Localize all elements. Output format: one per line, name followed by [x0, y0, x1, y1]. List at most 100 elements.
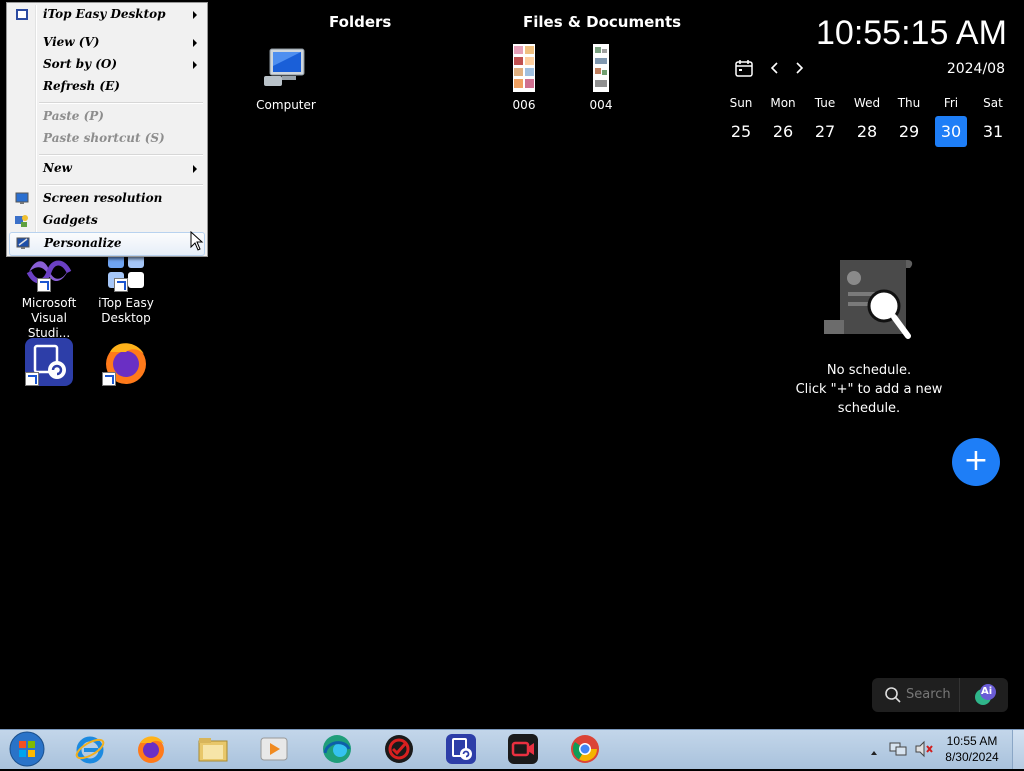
calendar-icon[interactable] [734, 58, 754, 82]
menu-item-personalize[interactable]: Personalize [9, 232, 205, 256]
search-divider [959, 678, 960, 712]
menu-item-label: Personalize [44, 236, 122, 250]
add-schedule-button[interactable]: + [952, 438, 1000, 486]
gadgets-icon [15, 214, 29, 227]
itop-backup-icon [25, 338, 73, 386]
show-hidden-icons-icon[interactable] [869, 743, 879, 762]
search-icon [884, 686, 902, 708]
weekday-tue: Tue [814, 96, 836, 110]
chrome-icon[interactable] [569, 733, 601, 765]
ai-assistant-icon[interactable]: Ai [972, 683, 998, 707]
no-schedule-line1: No schedule. [826, 363, 912, 378]
weekday-mon: Mon [770, 96, 796, 110]
network-icon[interactable] [889, 740, 907, 762]
search-placeholder: Search [906, 687, 951, 702]
search-box[interactable]: Search Ai [872, 678, 1008, 712]
clock-time: 10:55:15 AM [816, 14, 1007, 52]
file-thumbnail-icon [593, 44, 609, 92]
weekday-wed: Wed [853, 96, 881, 110]
file-004-desktop-icon[interactable]: 004 [561, 44, 641, 113]
computer-icon [262, 46, 310, 92]
shortcut-arrow-icon [37, 278, 51, 292]
menu-separator [39, 102, 203, 104]
itop-icon [15, 8, 29, 21]
menu-item-new[interactable]: New [9, 158, 205, 180]
edge-icon[interactable] [321, 733, 353, 765]
screen-recorder-icon[interactable] [507, 733, 539, 765]
menu-item-itop-easy-desktop[interactable]: iTop Easy Desktop [9, 4, 205, 26]
calendar-date[interactable]: 26 [767, 116, 799, 147]
menu-item-label: Refresh (E) [43, 79, 120, 93]
media-player-icon[interactable] [258, 733, 290, 765]
file-thumbnail-icon [513, 44, 535, 92]
menu-separator [39, 154, 203, 156]
plus-icon: + [963, 443, 989, 478]
submenu-arrow-icon [193, 11, 197, 19]
no-schedule-text: No schedule. Click "+" to add a new sche… [768, 361, 970, 418]
weekday-thu: Thu [897, 96, 921, 110]
no-schedule-line2: Click "+" to add a new schedule. [795, 382, 943, 416]
menu-item-sort-by[interactable]: Sort by (O) [9, 54, 205, 76]
itop-backup-icon[interactable] [445, 733, 477, 765]
calendar-date[interactable]: 29 [893, 116, 925, 147]
firefox-icon [102, 338, 150, 386]
shortcut-arrow-icon [102, 372, 116, 386]
menu-item-paste[interactable]: Paste (P) [9, 106, 205, 128]
computer-label: Computer [256, 98, 316, 112]
menu-item-label: Sort by (O) [43, 57, 118, 71]
taskbar: 10:55 AM 8/30/2024 [0, 729, 1024, 769]
menu-item-label: New [43, 161, 72, 175]
taskbar-time: 10:55 AM [946, 734, 998, 748]
folders-title: Folders [329, 13, 392, 31]
volume-muted-icon[interactable] [914, 740, 934, 762]
personalize-icon [16, 237, 30, 250]
start-orb-icon[interactable] [8, 731, 46, 767]
menu-separator [39, 184, 203, 186]
visual-studio-label: Microsoft Visual Studi... [21, 296, 77, 340]
file-explorer-icon[interactable] [197, 733, 229, 765]
calendar-date[interactable]: 25 [725, 116, 757, 147]
itop-easy-desktop-desktop-icon[interactable]: iTop Easy Desktop [86, 250, 166, 326]
menu-item-refresh[interactable]: Refresh (E) [9, 76, 205, 98]
internet-explorer-icon[interactable] [74, 733, 106, 765]
shortcut-arrow-icon [25, 372, 39, 386]
menu-item-view[interactable]: View (V) [9, 32, 205, 54]
screen-resolution-icon [15, 192, 29, 205]
taskbar-clock[interactable]: 10:55 AM 8/30/2024 [940, 733, 1004, 765]
taskbar-date: 8/30/2024 [945, 750, 999, 764]
calendar-date[interactable]: 28 [851, 116, 883, 147]
menu-item-gadgets[interactable]: Gadgets [9, 210, 205, 232]
file-006-label: 006 [512, 98, 536, 112]
menu-item-screen-resolution[interactable]: Screen resolution [9, 188, 205, 210]
no-schedule-illustration-icon [820, 256, 916, 352]
antivirus-icon[interactable] [383, 733, 415, 765]
calendar-date[interactable]: 27 [809, 116, 841, 147]
file-006-desktop-icon[interactable]: 006 [484, 44, 564, 113]
submenu-arrow-icon [193, 61, 197, 69]
submenu-arrow-icon [193, 39, 197, 47]
calendar-date-today[interactable]: 30 [935, 116, 967, 147]
menu-item-label: Screen resolution [43, 191, 163, 205]
itop-backup-desktop-icon[interactable] [9, 338, 89, 386]
computer-desktop-icon[interactable]: Computer [246, 46, 326, 113]
desktop-context-menu: iTop Easy Desktop View (V) Sort by (O) R… [6, 2, 208, 257]
menu-item-label: Paste shortcut (S) [43, 131, 165, 145]
menu-item-label: iTop Easy Desktop [43, 7, 166, 21]
previous-month-icon[interactable] [768, 60, 782, 80]
visual-studio-desktop-icon[interactable]: Microsoft Visual Studi... [9, 250, 89, 341]
weekday-sun: Sun [729, 96, 753, 110]
weekday-sat: Sat [983, 96, 1003, 110]
firefox-desktop-icon[interactable] [86, 338, 166, 386]
menu-item-label: Gadgets [43, 213, 98, 227]
show-desktop-button[interactable] [1012, 730, 1024, 769]
calendar-date[interactable]: 31 [977, 116, 1009, 147]
menu-item-label: View (V) [43, 35, 100, 49]
next-month-icon[interactable] [792, 60, 806, 80]
firefox-icon[interactable] [135, 733, 167, 765]
menu-item-label: Paste (P) [43, 109, 104, 123]
menu-item-paste-shortcut[interactable]: Paste shortcut (S) [9, 128, 205, 150]
calendar-month: 2024/08 [946, 61, 1005, 77]
mouse-cursor-icon [190, 230, 204, 255]
weekday-fri: Fri [943, 96, 959, 110]
ai-label: Ai [981, 686, 993, 697]
